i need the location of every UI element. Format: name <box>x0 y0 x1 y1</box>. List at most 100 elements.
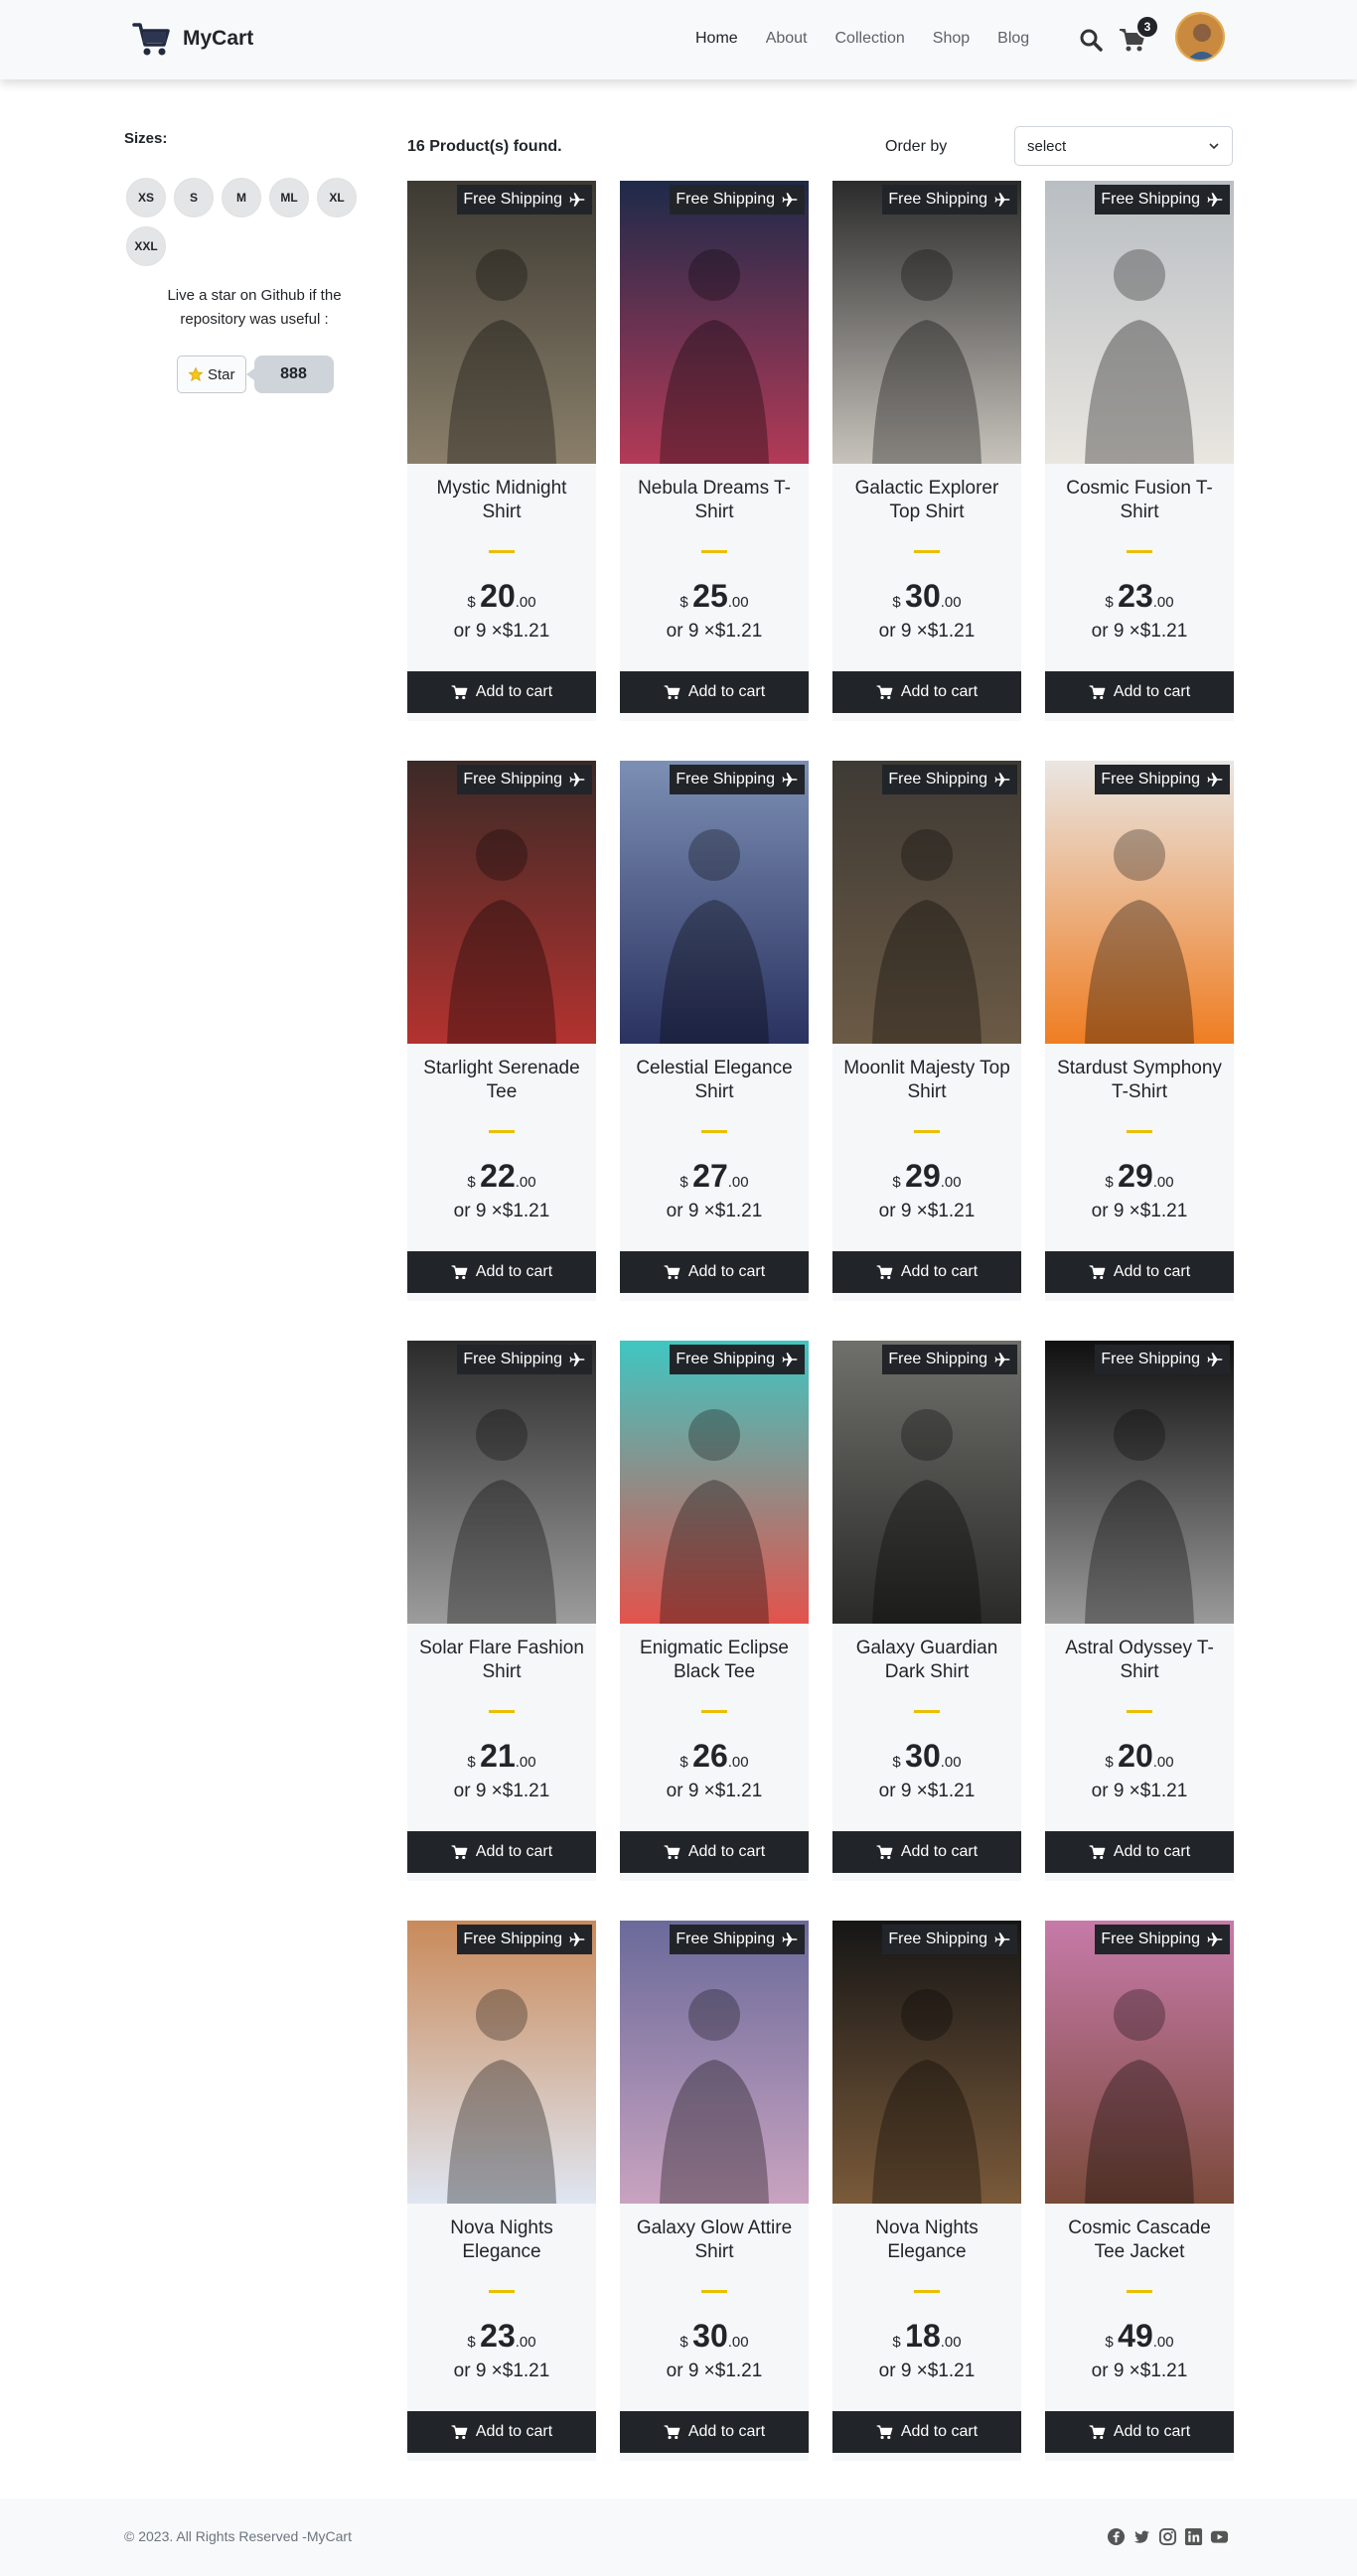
size-ml[interactable]: ML <box>269 178 309 217</box>
free-shipping-badge: Free Shipping <box>882 1925 1017 1954</box>
add-to-cart-button[interactable]: Add to cart <box>832 1831 1021 1873</box>
price-decimal: .00 <box>1152 594 1174 611</box>
title-divider <box>1127 1710 1152 1713</box>
product-price: $ 29.00 <box>832 1158 1021 1195</box>
size-m[interactable]: M <box>222 178 261 217</box>
cart-icon <box>1089 1265 1106 1280</box>
product-image[interactable]: Free Shipping <box>1045 181 1234 464</box>
github-star-button[interactable]: Star <box>177 356 246 393</box>
social-links <box>1107 2527 1229 2546</box>
product-card[interactable]: Free Shipping Galactic Explorer Top Shirt… <box>832 181 1021 721</box>
product-card[interactable]: Free Shipping Nebula Dreams T-Shirt $ 25.0… <box>620 181 809 721</box>
add-to-cart-button[interactable]: Add to cart <box>620 2411 809 2453</box>
add-to-cart-button[interactable]: Add to cart <box>832 671 1021 713</box>
product-title: Astral Odyssey T-Shirt <box>1065 1638 1214 1682</box>
product-card[interactable]: Free Shipping Nova Nights Elegance $ 18.00… <box>832 1921 1021 2461</box>
add-to-cart-button[interactable]: Add to cart <box>620 1251 809 1293</box>
product-card[interactable]: Free Shipping Galaxy Glow Attire Shirt $ 3… <box>620 1921 809 2461</box>
add-to-cart-label: Add to cart <box>900 1843 979 1860</box>
twitter-icon[interactable] <box>1132 2527 1151 2546</box>
nav-shop[interactable]: Shop <box>933 30 970 48</box>
size-xl[interactable]: XL <box>317 178 357 217</box>
product-image[interactable]: Free Shipping <box>620 1341 809 1624</box>
product-image[interactable]: Free Shipping <box>407 1921 596 2204</box>
free-shipping-badge: Free Shipping <box>1095 1345 1230 1374</box>
add-to-cart-button[interactable]: Add to cart <box>1045 1831 1234 1873</box>
product-image[interactable]: Free Shipping <box>832 1921 1021 2204</box>
nav-home[interactable]: Home <box>695 30 738 48</box>
product-card[interactable]: Free Shipping Celestial Elegance Shirt $ 2… <box>620 761 809 1301</box>
product-image[interactable]: Free Shipping <box>832 181 1021 464</box>
instagram-icon[interactable] <box>1158 2527 1177 2546</box>
product-image[interactable]: Free Shipping <box>832 1341 1021 1624</box>
order-by-select[interactable]: select <box>1014 126 1233 166</box>
size-xs[interactable]: XS <box>126 178 166 217</box>
product-card[interactable]: Free Shipping Starlight Serenade Tee $ 22.… <box>407 761 596 1301</box>
product-card[interactable]: Free Shipping Stardust Symphony T-Shirt $ … <box>1045 761 1234 1301</box>
free-shipping-badge: Free Shipping <box>670 185 805 215</box>
add-to-cart-label: Add to cart <box>1113 1263 1191 1280</box>
add-to-cart-button[interactable]: Add to cart <box>407 2411 596 2453</box>
product-price: $ 30.00 <box>832 1738 1021 1775</box>
price-decimal: .00 <box>940 594 962 611</box>
cart-icon <box>664 685 680 700</box>
price-integer: 25 <box>692 578 728 614</box>
product-price: $ 21.00 <box>407 1738 596 1775</box>
add-to-cart-button[interactable]: Add to cart <box>620 671 809 713</box>
product-card[interactable]: Free Shipping Moonlit Majesty Top Shirt $ … <box>832 761 1021 1301</box>
product-image[interactable]: Free Shipping <box>1045 1341 1234 1624</box>
github-star-count[interactable]: 888 <box>245 356 334 393</box>
youtube-icon[interactable] <box>1210 2527 1229 2546</box>
add-to-cart-button[interactable]: Add to cart <box>1045 1251 1234 1293</box>
product-card[interactable]: Free Shipping Cosmic Fusion T-Shirt $ 23.0… <box>1045 181 1234 721</box>
product-card[interactable]: Free Shipping Cosmic Cascade Tee Jacket $ … <box>1045 1921 1234 2461</box>
product-image[interactable]: Free Shipping <box>620 181 809 464</box>
search-icon[interactable] <box>1079 28 1103 52</box>
add-to-cart-button[interactable]: Add to cart <box>620 1831 809 1873</box>
product-image[interactable]: Free Shipping <box>407 1341 596 1624</box>
add-to-cart-button[interactable]: Add to cart <box>407 671 596 713</box>
product-card[interactable]: Free Shipping Enigmatic Eclipse Black Tee… <box>620 1341 809 1881</box>
linkedin-icon[interactable] <box>1184 2527 1203 2546</box>
add-to-cart-button[interactable]: Add to cart <box>832 2411 1021 2453</box>
product-card[interactable]: Free Shipping Solar Flare Fashion Shirt $ … <box>407 1341 596 1881</box>
product-image[interactable]: Free Shipping <box>1045 1921 1234 2204</box>
size-xxl[interactable]: XXL <box>126 226 166 266</box>
brand[interactable]: MyCart <box>131 18 253 60</box>
add-to-cart-button[interactable]: Add to cart <box>407 1831 596 1873</box>
add-to-cart-button[interactable]: Add to cart <box>1045 2411 1234 2453</box>
product-image[interactable]: Free Shipping <box>407 181 596 464</box>
main-nav: Home About Collection Shop Blog <box>695 30 1057 48</box>
product-image[interactable]: Free Shipping <box>832 761 1021 1044</box>
add-to-cart-button[interactable]: Add to cart <box>832 1251 1021 1293</box>
product-card[interactable]: Free Shipping Nova Nights Elegance $ 23.00… <box>407 1921 596 2461</box>
product-image[interactable]: Free Shipping <box>620 761 809 1044</box>
product-card[interactable]: Free Shipping Mystic Midnight Shirt $ 20.0… <box>407 181 596 721</box>
product-image[interactable]: Free Shipping <box>407 761 596 1044</box>
price-integer: 18 <box>905 2318 941 2354</box>
product-image[interactable]: Free Shipping <box>1045 761 1234 1044</box>
price-decimal: .00 <box>1152 1754 1174 1771</box>
product-card[interactable]: Free Shipping Galaxy Guardian Dark Shirt $… <box>832 1341 1021 1881</box>
facebook-icon[interactable] <box>1107 2527 1126 2546</box>
product-grid: Free Shipping Mystic Midnight Shirt $ 20.0… <box>407 181 1234 2461</box>
cart-icon <box>451 2425 468 2440</box>
price-decimal: .00 <box>1152 1174 1174 1191</box>
nav-blog[interactable]: Blog <box>997 30 1029 48</box>
add-to-cart-label: Add to cart <box>900 2423 979 2440</box>
free-shipping-label: Free Shipping <box>463 191 562 208</box>
free-shipping-label: Free Shipping <box>463 1351 562 1367</box>
nav-about[interactable]: About <box>766 30 808 48</box>
add-to-cart-button[interactable]: Add to cart <box>1045 671 1234 713</box>
nav-collection[interactable]: Collection <box>835 30 905 48</box>
product-image[interactable]: Free Shipping <box>620 1921 809 2204</box>
chevron-down-icon <box>1209 143 1219 150</box>
add-to-cart-button[interactable]: Add to cart <box>407 1251 596 1293</box>
installment-text: or 9 ×$1.21 <box>666 2361 763 2381</box>
product-card[interactable]: Free Shipping Astral Odyssey T-Shirt $ 20.… <box>1045 1341 1234 1881</box>
airplane-icon <box>569 1353 585 1366</box>
avatar[interactable] <box>1175 12 1225 62</box>
size-s[interactable]: S <box>174 178 214 217</box>
airplane-icon <box>994 1932 1010 1946</box>
price-integer: 26 <box>692 1738 728 1774</box>
